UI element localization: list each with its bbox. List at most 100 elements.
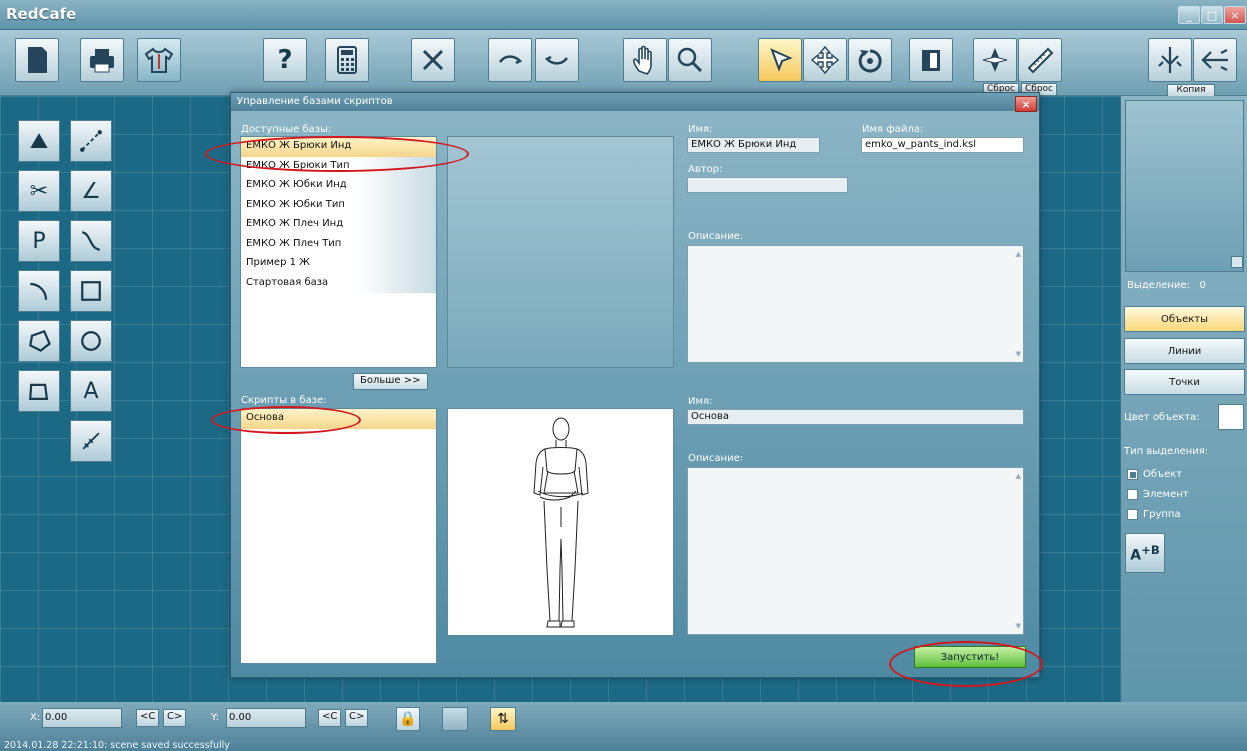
list-item[interactable]: ЕМКО Ж Юбки Инд [241,176,436,196]
lock-button[interactable]: 🔒 [396,707,420,731]
text-a-icon: A [83,378,99,404]
maximize-icon: □ [1206,8,1218,22]
help-button[interactable]: ? [263,38,307,82]
close-icon: × [1230,8,1240,22]
line-points-icon [80,130,102,152]
calculator-icon [337,46,357,74]
pointer-icon [770,48,793,72]
y-prev-button[interactable]: <C [318,709,342,727]
log-message: 2014.01.28 22:21:10: scene saved success… [4,740,230,751]
list-item[interactable]: ЕМКО Ж Плеч Инд [241,215,436,235]
rectangle-tool[interactable] [70,270,112,312]
preview-scroll-handle[interactable] [1231,256,1243,268]
mountain-tool[interactable]: ⛰ [18,120,60,162]
pan-button[interactable] [623,38,667,82]
minimize-button[interactable]: _ [1178,6,1200,24]
base-description-field[interactable]: ▲ ▼ [687,245,1024,363]
scroll-down-icon[interactable]: ▼ [1016,622,1021,630]
select-type-object[interactable]: Объект [1127,469,1182,480]
list-item[interactable]: ЕМКО Ж Брюки Тип [241,156,436,176]
line-points-tool[interactable] [70,120,112,162]
shape-tool[interactable] [18,370,60,412]
merge-button[interactable] [1193,38,1237,82]
script-preview-area [447,408,674,636]
curve-tool[interactable] [70,220,112,262]
print-button[interactable] [80,38,124,82]
scroll-down-icon[interactable]: ▼ [1016,350,1021,358]
x-coordinate-field[interactable]: 0.00 [42,708,122,728]
p-tool[interactable]: P [18,220,60,262]
polygon-tool[interactable] [18,320,60,362]
select-type-element[interactable]: Элемент [1127,489,1189,500]
y-next-button[interactable]: C> [345,709,369,727]
file-name-field[interactable]: emko_w_pants_ind.ksl [861,137,1024,153]
x-prev-button[interactable]: <C [136,709,160,727]
list-item[interactable]: Основа [241,409,436,429]
list-item[interactable]: Пример 1 Ж [241,254,436,274]
angle-tool[interactable]: ∠ [70,170,112,212]
rotate-button[interactable] [848,38,892,82]
circle-tool[interactable] [70,320,112,362]
minimize-icon: _ [1186,8,1192,22]
scripts-list[interactable]: Основа [240,408,437,664]
mountain-icon: ⛰ [29,128,49,154]
available-bases-label: Доступные базы: [241,124,332,135]
cut-tool[interactable]: ✂ [18,170,60,212]
run-button[interactable]: Запустить! [914,646,1026,668]
dialog-close-button[interactable]: × [1015,96,1037,112]
ruler-button[interactable] [1018,38,1062,82]
ruler-icon [1027,47,1054,74]
select-type-label: Тип выделения: [1124,446,1209,457]
zoom-button[interactable] [668,38,712,82]
selection-count: 0 [1199,280,1206,291]
blank-toggle-button[interactable] [442,707,468,731]
lines-button[interactable]: Линии [1124,338,1245,364]
scroll-up-icon[interactable]: ▲ [1016,472,1021,480]
text-tool[interactable]: A [70,370,112,412]
close-window-button[interactable]: × [1224,6,1246,24]
select-type-group[interactable]: Группа [1127,509,1181,520]
move-button[interactable] [803,38,847,82]
arc-tool[interactable] [18,270,60,312]
bases-list[interactable]: ЕМКО Ж Брюки Инд ЕМКО Ж Брюки Тип ЕМКО Ж… [240,136,437,368]
more-button[interactable]: Больше >> [353,373,428,390]
object-color-swatch[interactable] [1218,404,1244,430]
script-description-field[interactable]: ▲ ▼ [687,467,1024,635]
measure-tool[interactable] [70,420,112,462]
rectangle-icon [81,281,101,301]
y-coordinate-field[interactable]: 0.00 [226,708,306,728]
merge-icon [1201,49,1228,71]
objects-button[interactable]: Объекты [1124,306,1245,332]
points-button[interactable]: Точки [1124,369,1245,395]
checkbox-icon [1127,489,1138,500]
close-icon: × [1021,97,1031,111]
pointer-button[interactable] [758,38,802,82]
redo-icon [544,55,569,65]
scroll-up-icon[interactable]: ▲ [1016,250,1021,258]
snap-button[interactable]: ⇅ [490,707,516,731]
maximize-button[interactable]: □ [1201,6,1223,24]
list-item[interactable]: ЕМКО Ж Плеч Тип [241,234,436,254]
list-item[interactable]: ЕМКО Ж Юбки Тип [241,195,436,215]
calculator-button[interactable] [325,38,369,82]
a-plus-b-icon: A+B [1130,542,1160,564]
polygon-icon [29,329,51,352]
new-document-button[interactable] [15,38,59,82]
print-icon [90,49,114,73]
author-field[interactable] [687,177,848,193]
garment-button[interactable] [137,38,181,82]
split-button[interactable] [1148,38,1192,82]
list-item[interactable]: ЕМКО Ж Брюки Инд [241,137,436,157]
script-name-field[interactable]: Основа [687,409,1024,425]
mirror-button[interactable] [909,38,953,82]
cancel-button[interactable] [411,38,455,82]
compass-icon [982,48,1008,72]
undo-button[interactable] [488,38,532,82]
list-item[interactable]: Стартовая база [241,273,436,293]
x-next-button[interactable]: C> [163,709,187,727]
redo-button[interactable] [535,38,579,82]
compass-button[interactable] [973,38,1017,82]
label-tool-button[interactable]: A+B [1125,533,1165,573]
base-name-field[interactable]: ЕМКО Ж Брюки Инд [687,137,820,153]
left-toolbox: ⛰ ✂ ∠ P A [12,110,124,462]
